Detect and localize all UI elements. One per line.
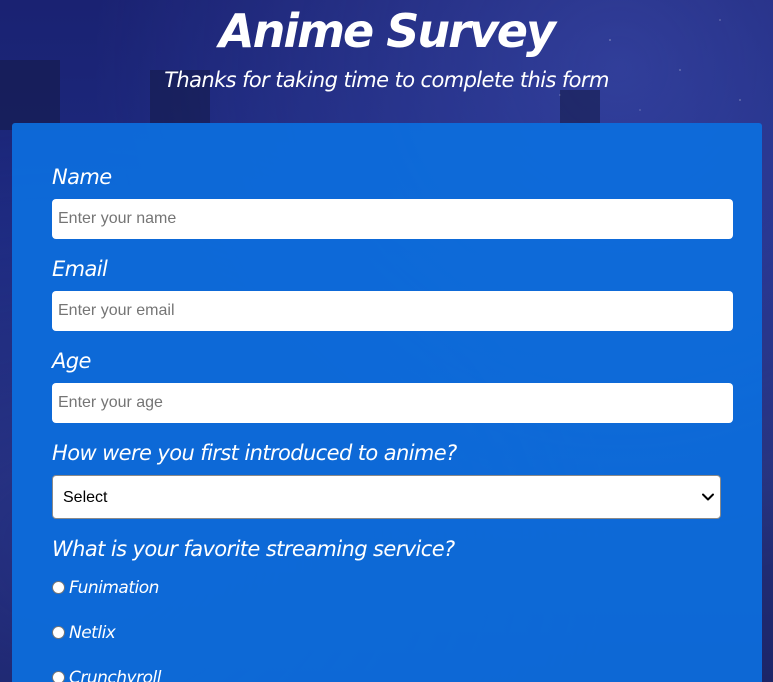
radio-button[interactable]	[52, 581, 65, 594]
radio-label: Funimation	[69, 578, 159, 598]
radio-label: Netlix	[69, 623, 116, 643]
page-title: Anime Survey	[219, 4, 556, 58]
introduced-label: How were you first introduced to anime?	[52, 441, 457, 465]
email-input[interactable]	[52, 291, 733, 331]
introduced-select[interactable]: Select	[52, 475, 721, 519]
radio-button[interactable]	[52, 626, 65, 639]
age-label: Age	[52, 349, 91, 373]
page-subtitle: Thanks for taking time to complete this …	[164, 68, 609, 92]
radio-label: Crunchyroll	[69, 668, 161, 682]
chevron-down-icon	[702, 493, 714, 501]
name-label: Name	[52, 165, 112, 189]
name-input[interactable]	[52, 199, 733, 239]
email-label: Email	[52, 257, 108, 281]
streaming-label: What is your favorite streaming service?	[52, 537, 455, 561]
introduced-select-value: Select	[63, 489, 108, 506]
age-input[interactable]	[52, 383, 733, 423]
survey-form: Name Email Age How were you first introd…	[12, 123, 762, 682]
radio-button[interactable]	[52, 671, 65, 682]
